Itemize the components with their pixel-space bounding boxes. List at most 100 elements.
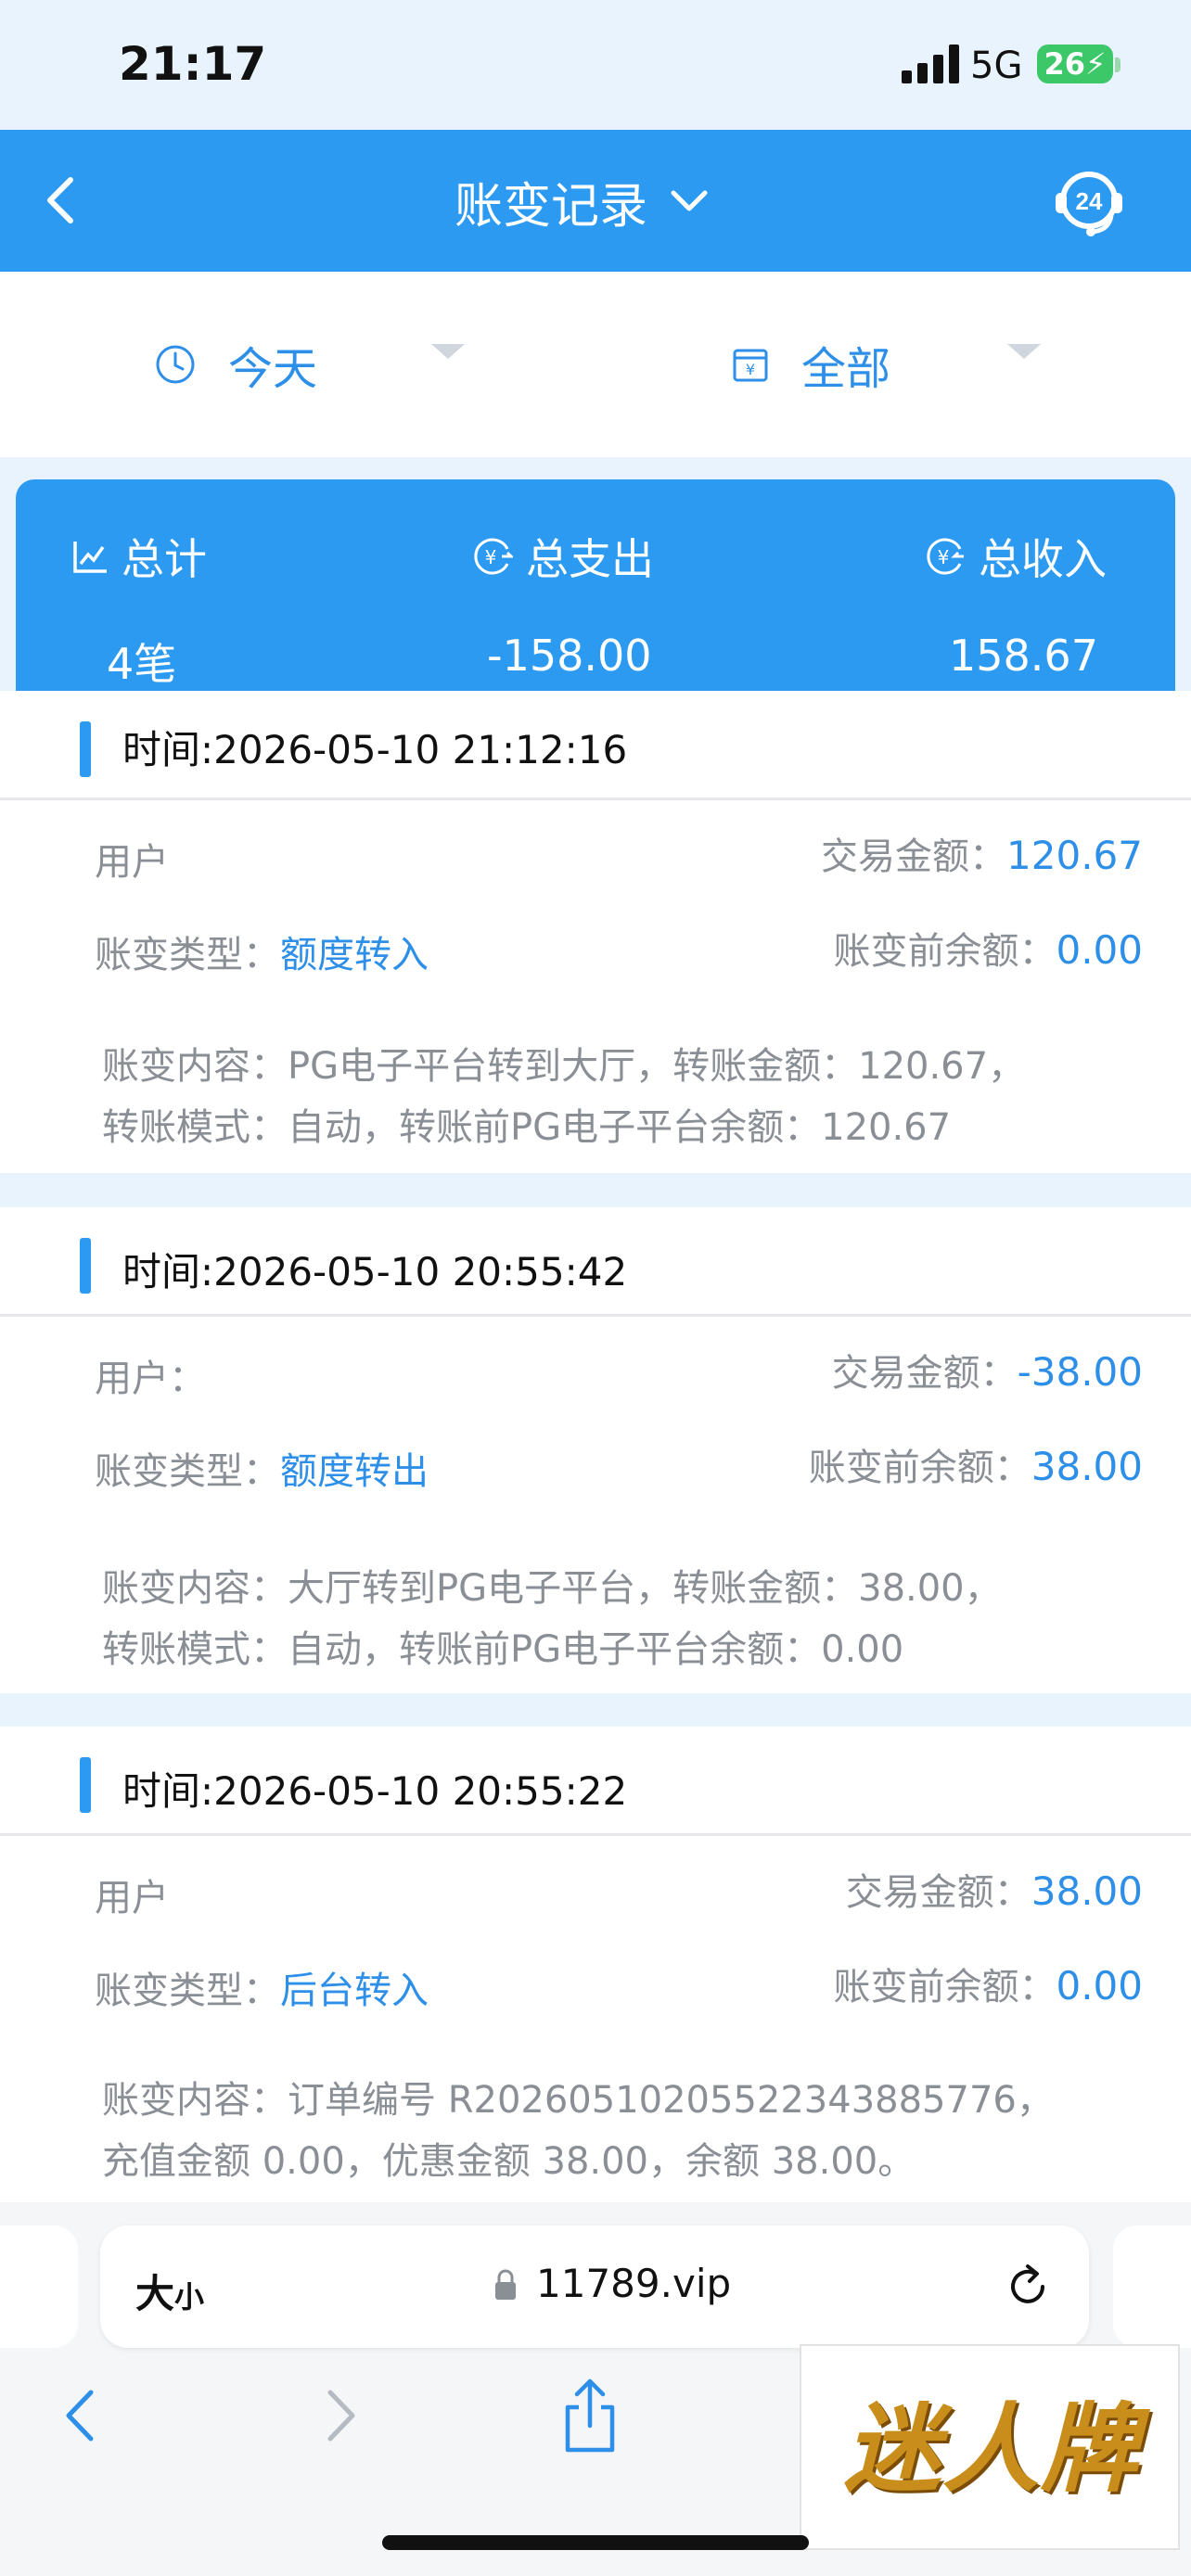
record-header: 时间:2026-05-10 20:55:22 [0,1727,1191,1836]
type-filter[interactable]: ¥ 全部 [731,327,890,402]
user-label: 用户 [95,841,169,884]
battery-level: 26 [1044,46,1086,82]
record-balance: 账变前余额：38.00 [809,1437,1143,1491]
record-user: 用户： [95,1348,206,1402]
summary-income-value: 158.67 [949,631,1098,681]
record-balance: 账变前余额：0.00 [833,1957,1143,2010]
summary-total: 总计 [71,526,207,587]
balance-label: 账变前余额： [808,1447,1031,1489]
date-filter[interactable]: 今天 [154,327,317,402]
record-user: 用户 [95,832,169,886]
reload-icon[interactable] [1000,2259,1056,2315]
browser-forward-icon[interactable] [317,2383,364,2448]
type-label: 账变类型： [95,934,280,976]
filter-bar: 今天 ¥ 全部 [0,272,1191,457]
yuan-in-icon: ¥ [927,538,964,575]
list-item[interactable]: 时间:2026-05-10 21:12:16 用户 交易金额：120.67 账变… [0,691,1191,1173]
record-type: 账变类型：额度转入 [95,925,429,978]
summary-total-label: 总计 [122,534,207,584]
user-label: 用户 [95,1877,169,1919]
record-content: 账变内容：大厅转到PG电子平台，转账金额：38.00， 转账模式：自动，转账前P… [102,1558,1141,1680]
share-icon[interactable] [557,2376,623,2455]
record-time: 时间:2026-05-10 20:55:42 [122,1249,628,1294]
record-accent-bar [80,1757,91,1813]
watermark-logo: 迷人牌 [800,2344,1180,2550]
status-time: 21:17 [119,37,267,91]
amount-value: 38.00 [1031,1868,1143,1914]
screen: 21:17 5G 26⚡ 账变记录 24 今天 ¥ 全部 总计 4笔 ¥ 总支出… [0,0,1191,2576]
chevron-down-icon [671,190,708,211]
amount-label: 交易金额： [821,835,1007,878]
text-size-button[interactable]: 大小 [135,2263,204,2319]
type-filter-caret-icon[interactable] [1007,344,1041,359]
summary-income: ¥ 总收入 [925,526,1107,587]
record-type: 账变类型：后台转入 [95,1960,429,2014]
user-label: 用户： [95,1358,206,1400]
type-label: 账变类型： [95,1450,280,1493]
type-label: 账变类型： [95,1970,280,2012]
customer-service-icon[interactable]: 24 [1050,163,1128,241]
record-header: 时间:2026-05-10 20:55:42 [0,1207,1191,1317]
record-type: 账变类型：额度转出 [95,1441,429,1495]
battery-icon: 26⚡ [1037,45,1113,83]
record-amount: 交易金额：38.00 [846,1862,1143,1916]
page-title: 账变记录 [455,178,648,235]
content-line-2: 转账模式：自动，转账前PG电子平台余额：120.67 [102,1106,952,1149]
record-time: 时间:2026-05-10 21:12:16 [122,727,628,772]
home-indicator[interactable] [382,2535,809,2550]
record-time: 时间:2026-05-10 20:55:22 [122,1768,628,1814]
network-label: 5G [970,45,1023,87]
type-value: 额度转出 [280,1450,429,1493]
list-item[interactable]: 时间:2026-05-10 20:55:42 用户： 交易金额：-38.00 账… [0,1207,1191,1693]
signal-icon [902,45,959,83]
watermark-text: 迷人牌 [843,2392,1139,2506]
url-text: 11789.vip [536,2261,732,2306]
previous-tab-preview[interactable] [0,2225,78,2348]
record-amount: 交易金额：-38.00 [832,1343,1143,1396]
amount-value: 120.67 [1006,833,1143,878]
balance-label: 账变前余额： [833,1966,1057,2009]
clock-icon [156,345,195,384]
back-arrow-icon[interactable] [33,167,89,232]
next-tab-preview[interactable] [1113,2225,1191,2348]
record-accent-bar [80,1238,91,1294]
text-size-big: 大 [135,2271,175,2316]
balance-value: 0.00 [1056,927,1143,973]
battery-cap [1115,57,1121,72]
title-dropdown[interactable]: 账变记录 [455,169,711,235]
record-balance: 账变前余额：0.00 [833,921,1143,975]
record-content: 账变内容：PG电子平台转到大厅，转账金额：120.67， 转账模式：自动，转账前… [102,1036,1141,1158]
summary-income-label: 总收入 [979,534,1107,584]
balance-value: 38.00 [1031,1444,1143,1489]
content-line-2: 充值金额 0.00，优惠金额 38.00，余额 38.00。 [102,2140,916,2183]
balance-label: 账变前余额： [833,930,1057,973]
nav-bar: 账变记录 24 [0,130,1191,272]
status-bar: 21:17 5G 26⚡ [0,0,1191,130]
yuan-out-icon: ¥ [474,538,513,575]
text-size-small: 小 [174,2279,205,2315]
svg-text:¥: ¥ [485,546,497,568]
browser-back-icon[interactable] [58,2383,104,2448]
summary-expense: ¥ 总支出 [472,526,654,587]
content-line-2: 转账模式：自动，转账前PG电子平台余额：0.00 [102,1628,904,1671]
amount-label: 交易金额： [831,1352,1018,1395]
summary-expense-label: 总支出 [526,534,654,584]
record-amount: 交易金额：120.67 [821,826,1143,880]
service-badge: 24 [1076,187,1103,215]
balance-value: 0.00 [1056,1963,1143,2009]
address-bar[interactable]: 大小 11789.vip [100,2225,1089,2348]
summary-total-value: 4笔 [107,639,177,689]
type-filter-label: 全部 [801,343,891,395]
date-filter-caret-icon[interactable] [431,344,465,359]
amount-value: -38.00 [1017,1349,1143,1395]
svg-text:¥: ¥ [746,361,755,378]
line-chart-icon [73,542,107,573]
record-user: 用户 [95,1868,169,1921]
type-value: 后台转入 [280,1970,429,2012]
type-value: 额度转入 [280,934,429,976]
summary-expense-value: -158.00 [487,631,652,681]
record-content: 账变内容：订单编号 R20260510205522343885776， 充值金额… [102,2070,1141,2192]
date-filter-label: 今天 [228,343,318,395]
record-header: 时间:2026-05-10 21:12:16 [0,691,1191,800]
list-item[interactable]: 时间:2026-05-10 20:55:22 用户 交易金额：38.00 账变类… [0,1727,1191,2209]
